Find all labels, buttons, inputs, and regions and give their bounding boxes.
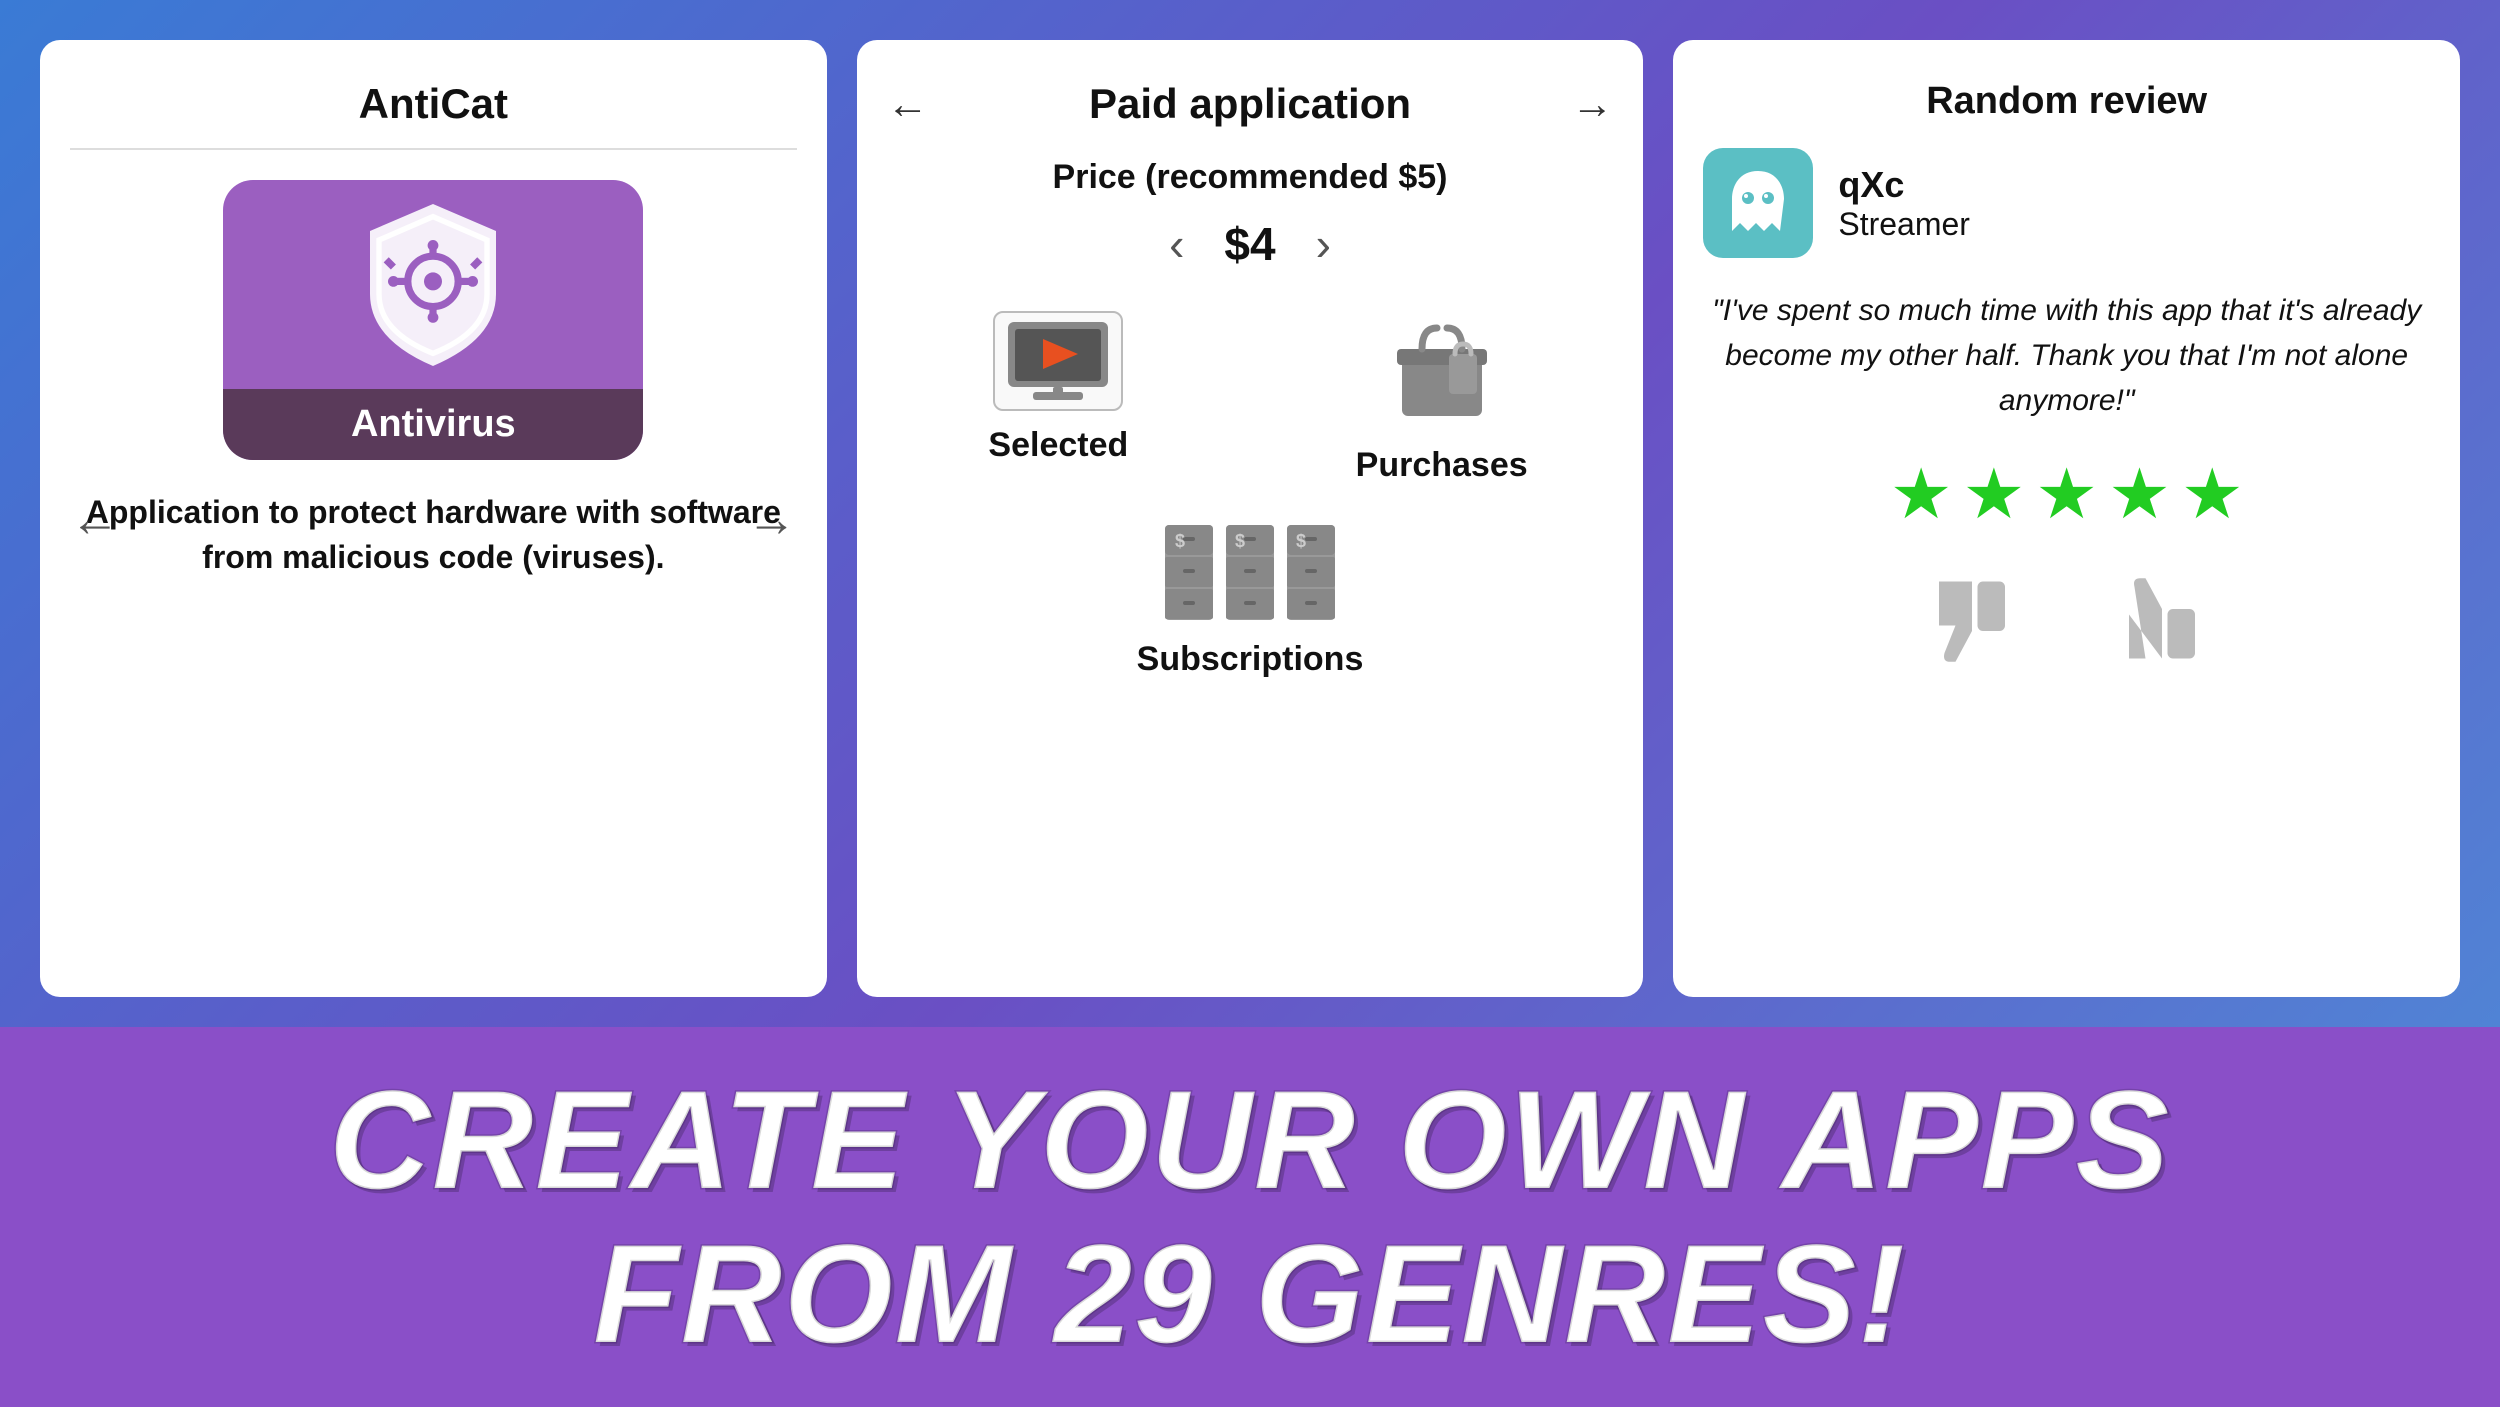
price-value: $4 — [1224, 217, 1275, 271]
price-decrease[interactable]: ‹ — [1169, 217, 1184, 271]
reviewer-info: qXc Streamer — [1838, 164, 1970, 243]
bottom-banner: CREATE YOUR OWN APPS FROM 29 GENRES! — [0, 1027, 2500, 1407]
shield-icon — [343, 195, 523, 375]
option-selected[interactable]: Selected — [887, 311, 1230, 485]
subscriptions-label: Subscriptions — [1137, 640, 1364, 679]
card2-title: Paid application — [1089, 80, 1411, 128]
banner-text: CREATE YOUR OWN APPS FROM 29 GENRES! — [329, 1063, 2171, 1371]
price-label: Price (recommended $5) — [1053, 158, 1448, 197]
thumbs-row — [1917, 565, 2217, 675]
star-1: ★ — [1890, 453, 1953, 535]
app-icon-inner — [223, 180, 643, 389]
thumbs-down-icon[interactable] — [1917, 565, 2027, 675]
price-row: ‹ $4 › — [1169, 217, 1331, 271]
app-type-label: Antivirus — [223, 389, 643, 460]
paid-app-card: ← Paid application → Price (recommended … — [857, 40, 1644, 997]
thumbs-up-icon[interactable] — [2107, 565, 2217, 675]
purchases-icon — [1382, 311, 1502, 431]
review-header: Random review — [1926, 80, 2207, 123]
star-4: ★ — [2108, 453, 2171, 535]
card1-title: AntiCat — [359, 80, 508, 128]
price-increase[interactable]: › — [1316, 217, 1331, 271]
sub-icon: $ $ — [1160, 515, 1340, 625]
star-3: ★ — [2035, 453, 2098, 535]
card2-header: ← Paid application → — [887, 80, 1614, 128]
bag-icon — [1387, 316, 1497, 426]
card1-nav-left[interactable]: ← — [70, 490, 120, 548]
random-review-card: Random review qXc Streamer "I've spent s… — [1673, 40, 2460, 997]
card2-nav-left[interactable]: ← — [887, 80, 929, 128]
selected-icon — [993, 311, 1123, 411]
card1-description: Application to protect hardware with sof… — [70, 490, 797, 580]
ghost-icon — [1718, 163, 1798, 243]
option-subscriptions[interactable]: $ $ — [1137, 515, 1364, 679]
anticat-card: ← → AntiCat — [40, 40, 827, 997]
purchases-label: Purchases — [1356, 446, 1528, 485]
stars-row: ★ ★ ★ ★ ★ — [1890, 453, 2244, 535]
subscriptions-icon: $ $ — [1160, 515, 1340, 625]
selected-label: Selected — [988, 426, 1128, 465]
reviewer-row: qXc Streamer — [1703, 148, 2430, 258]
reviewer-role: Streamer — [1838, 206, 1970, 243]
card1-divider — [70, 148, 797, 150]
review-text: "I've spent so much time with this app t… — [1703, 288, 2430, 423]
banner-line1: CREATE YOUR OWN APPS — [329, 1063, 2171, 1217]
reviewer-name: qXc — [1838, 164, 1970, 206]
svg-text:$: $ — [1175, 531, 1185, 551]
banner-line2: FROM 29 GENRES! — [329, 1217, 2171, 1371]
app-icon-wrapper: Antivirus — [223, 180, 643, 460]
svg-text:$: $ — [1235, 531, 1245, 551]
options-grid: Selected — [887, 311, 1614, 679]
card2-nav-right[interactable]: → — [1571, 80, 1613, 128]
card1-nav-right[interactable]: → — [747, 490, 797, 548]
tv-icon — [1003, 317, 1113, 405]
option-purchases[interactable]: Purchases — [1270, 311, 1613, 485]
reviewer-avatar — [1703, 148, 1813, 258]
star-2: ★ — [1963, 453, 2026, 535]
star-5: ★ — [2181, 453, 2244, 535]
svg-text:$: $ — [1296, 531, 1306, 551]
